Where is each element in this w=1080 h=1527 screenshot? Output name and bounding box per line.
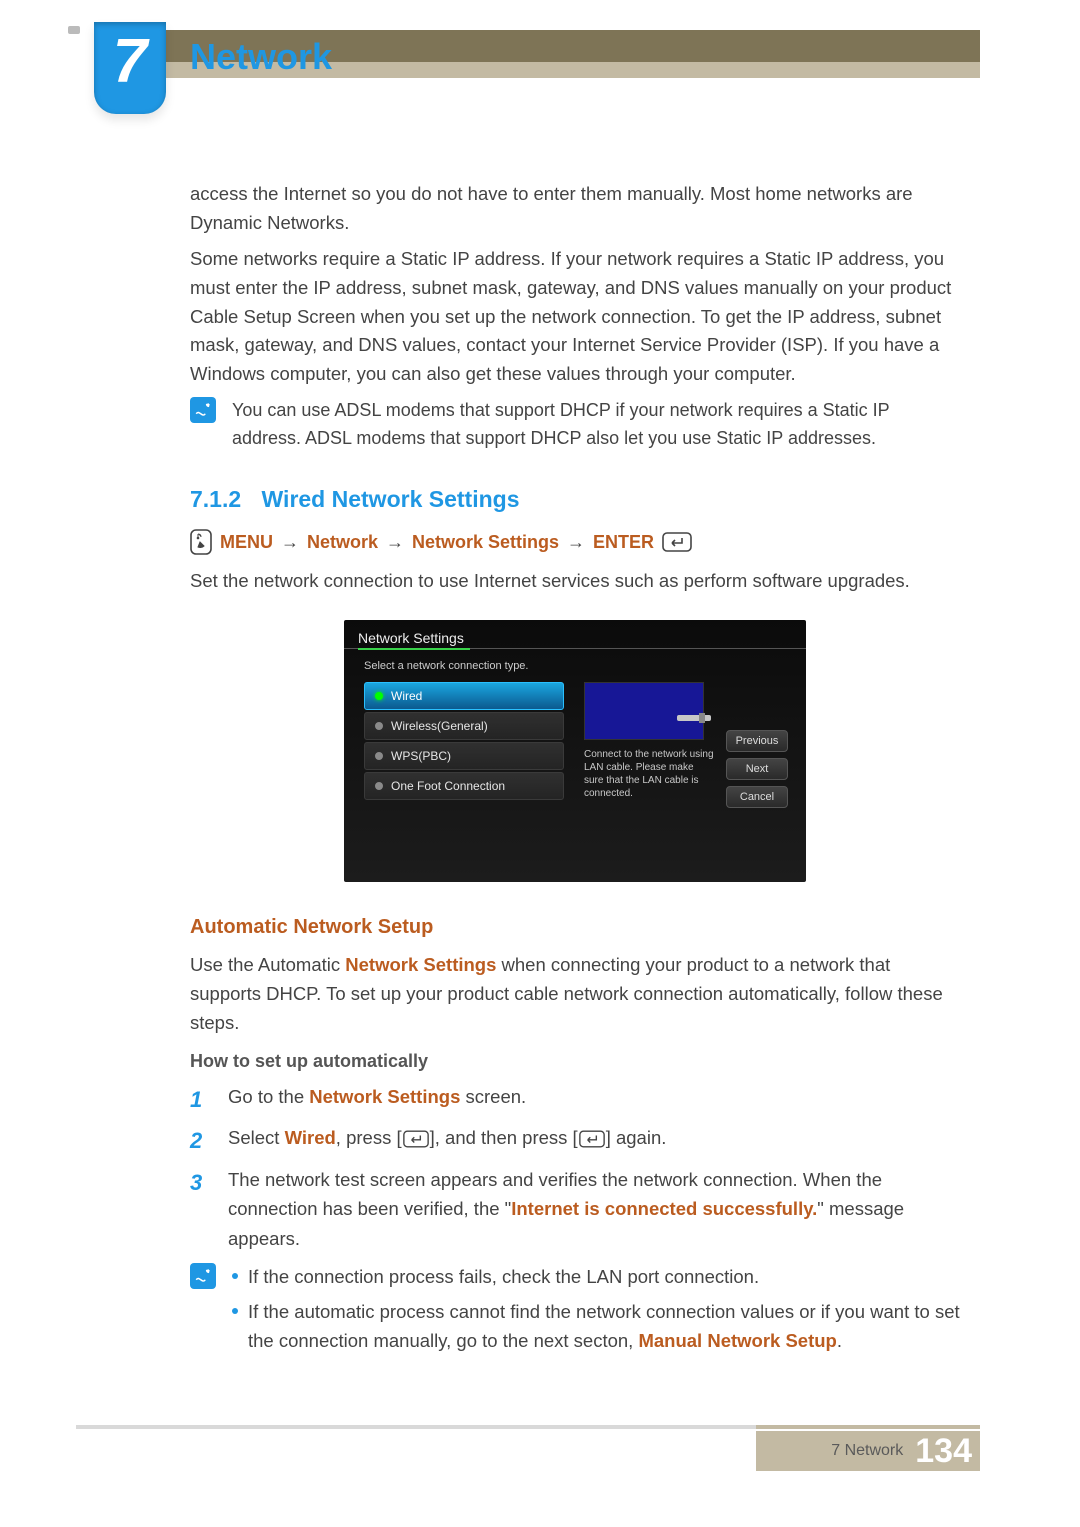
- keyword-network-settings: Network Settings: [345, 954, 496, 975]
- radio-icon: [375, 722, 383, 730]
- content-area: access the Internet so you do not have t…: [190, 180, 960, 1361]
- next-button[interactable]: Next: [726, 758, 788, 780]
- option-wireless[interactable]: Wireless(General): [364, 712, 564, 740]
- chapter-badge: 7: [94, 22, 166, 114]
- text: screen.: [460, 1086, 526, 1107]
- tip-body: If the connection process fails, check t…: [232, 1263, 960, 1361]
- enter-icon: [579, 1127, 605, 1157]
- option-label: One Foot Connection: [391, 779, 505, 793]
- step-1: 1 Go to the Network Settings screen.: [190, 1082, 960, 1117]
- option-wps[interactable]: WPS(PBC): [364, 742, 564, 770]
- arrow-icon: →: [567, 532, 585, 553]
- dialog-buttons: Previous Next Cancel: [726, 730, 788, 808]
- keyword: Network Settings: [309, 1086, 460, 1107]
- auto-setup-heading: Automatic Network Setup: [190, 916, 960, 939]
- auto-setup-paragraph: Use the Automatic Network Settings when …: [190, 951, 960, 1037]
- step-text: Go to the Network Settings screen.: [228, 1082, 960, 1117]
- tip-block: If the connection process fails, check t…: [190, 1263, 960, 1361]
- note-icon: [190, 397, 216, 423]
- previous-button[interactable]: Previous: [726, 730, 788, 752]
- dialog-accent: [358, 648, 470, 650]
- keyword: Internet is connected successfully.: [511, 1198, 817, 1219]
- text: .: [837, 1330, 842, 1351]
- tip-text: If the automatic process cannot find the…: [248, 1298, 960, 1355]
- option-label: WPS(PBC): [391, 749, 451, 763]
- footer-block: 7 Network 134: [756, 1431, 980, 1471]
- dialog-title: Network Settings: [358, 630, 464, 646]
- note-text: You can use ADSL modems that support DHC…: [232, 397, 960, 453]
- text: Go to the: [228, 1086, 309, 1107]
- option-label: Wired: [391, 689, 422, 703]
- bullet-icon: [232, 1308, 238, 1314]
- option-label: Wireless(General): [391, 719, 488, 733]
- enter-label: ENTER: [593, 532, 654, 553]
- text: Select: [228, 1127, 285, 1148]
- dialog-preview: [584, 682, 704, 740]
- enter-icon: [662, 532, 692, 552]
- option-wired[interactable]: Wired: [364, 682, 564, 710]
- tip-2: If the automatic process cannot find the…: [232, 1298, 960, 1355]
- radio-icon: [375, 752, 383, 760]
- badge-shoulder: [68, 26, 80, 34]
- text: Use the Automatic: [190, 954, 345, 975]
- arrow-icon: →: [281, 532, 299, 553]
- text: ], and then press [: [430, 1127, 578, 1148]
- path-network: Network: [307, 532, 378, 553]
- footer-line-gray: [76, 1425, 756, 1429]
- radio-icon: [375, 782, 383, 790]
- menu-label: MENU: [220, 532, 273, 553]
- keyword: Wired: [285, 1127, 336, 1148]
- dialog-subtitle: Select a network connection type.: [364, 660, 528, 672]
- step-number: 1: [190, 1082, 210, 1117]
- step-list: 1 Go to the Network Settings screen. 2 S…: [190, 1082, 960, 1253]
- radio-selected-icon: [375, 692, 383, 700]
- note-icon: [190, 1263, 216, 1289]
- option-one-foot[interactable]: One Foot Connection: [364, 772, 564, 800]
- tip-text: If the connection process fails, check t…: [248, 1263, 759, 1292]
- step-3: 3 The network test screen appears and ve…: [190, 1165, 960, 1254]
- footer-line-beige: [756, 1425, 980, 1429]
- page: 7 Network access the Internet so you do …: [0, 0, 1080, 1527]
- footer-label: 7 Network: [831, 1442, 903, 1460]
- step-number: 3: [190, 1165, 210, 1254]
- section-number: 7.1.2: [190, 486, 241, 512]
- section-description: Set the network connection to use Intern…: [190, 567, 960, 596]
- keyword: Manual Network Setup: [638, 1330, 836, 1351]
- step-text: The network test screen appears and veri…: [228, 1165, 960, 1254]
- cancel-button[interactable]: Cancel: [726, 786, 788, 808]
- tip-1: If the connection process fails, check t…: [232, 1263, 960, 1292]
- cable-icon: [677, 715, 711, 721]
- step-text: Select Wired, press [ ], and then press […: [228, 1123, 960, 1158]
- remote-icon: [190, 529, 212, 555]
- section-title: Wired Network Settings: [262, 486, 520, 512]
- arrow-icon: →: [386, 532, 404, 553]
- device-dialog: Network Settings Select a network connec…: [344, 620, 806, 882]
- text: ] again.: [606, 1127, 667, 1148]
- enter-icon: [403, 1127, 429, 1157]
- footer: 7 Network 134: [76, 1423, 980, 1471]
- chapter-title: Network: [190, 36, 332, 78]
- plug-icon: [699, 713, 705, 723]
- menu-path: MENU → Network → Network Settings → ENTE…: [190, 529, 960, 555]
- section-heading: 7.1.2 Wired Network Settings: [190, 486, 960, 513]
- path-network-settings: Network Settings: [412, 532, 559, 553]
- note-block: You can use ADSL modems that support DHC…: [190, 397, 960, 453]
- step-2: 2 Select Wired, press [ ], and then press…: [190, 1123, 960, 1158]
- step-number: 2: [190, 1123, 210, 1158]
- text: , press [: [336, 1127, 402, 1148]
- bullet-icon: [232, 1273, 238, 1279]
- howto-heading: How to set up automatically: [190, 1051, 960, 1072]
- dialog-help-text: Connect to the network using LAN cable. …: [584, 748, 714, 800]
- intro-paragraph-2: Some networks require a Static IP addres…: [190, 245, 960, 388]
- text: If the automatic process cannot find the…: [248, 1301, 960, 1351]
- chapter-number: 7: [113, 31, 147, 93]
- footer-page-number: 134: [915, 1432, 972, 1471]
- intro-paragraph-1: access the Internet so you do not have t…: [190, 180, 960, 237]
- dialog-option-list: Wired Wireless(General) WPS(PBC) One Foo…: [364, 682, 564, 802]
